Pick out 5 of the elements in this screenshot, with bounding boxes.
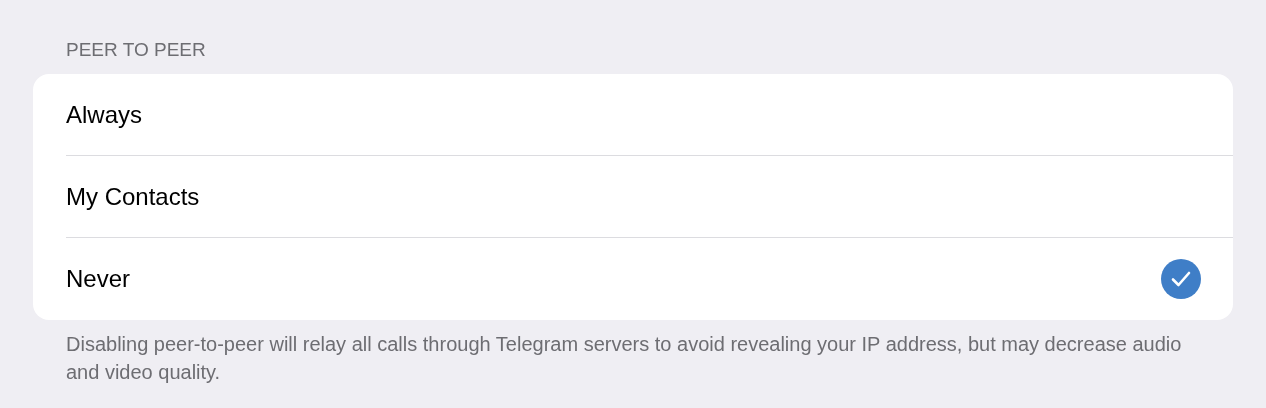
option-row[interactable]: Never xyxy=(66,238,1233,320)
option-row[interactable]: Always xyxy=(66,74,1233,156)
section-header: PEER TO PEER xyxy=(65,38,206,62)
option-row[interactable]: My Contacts xyxy=(66,156,1233,238)
footer-note: Disabling peer-to-peer will relay all calls through Telegram servers to avoid revealing your IP address, but may decrease audio and video quality. xyxy=(65,332,1183,385)
